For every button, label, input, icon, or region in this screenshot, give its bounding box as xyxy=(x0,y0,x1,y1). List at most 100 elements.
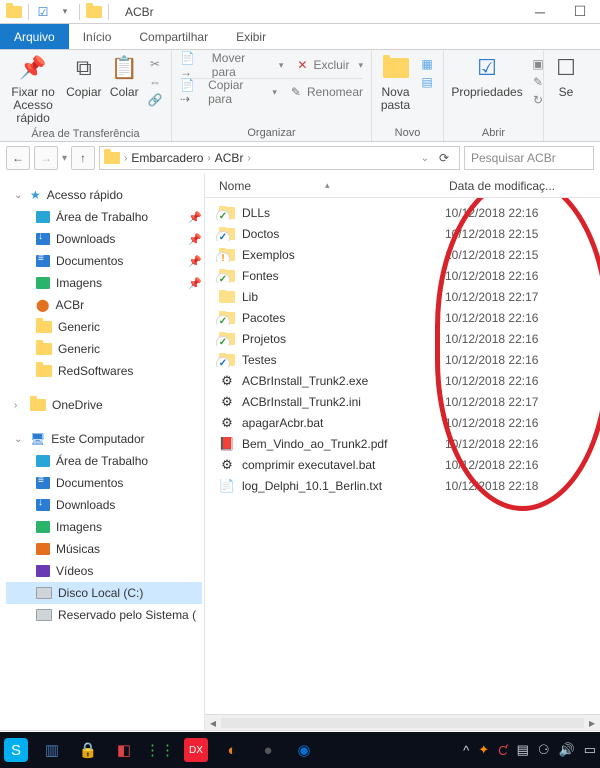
sidebar-item-pc-downloads[interactable]: Downloads xyxy=(6,494,202,516)
sidebar-item-acbr[interactable]: ⬤ACBr xyxy=(6,294,202,316)
taskbar-dark-icon[interactable]: ● xyxy=(256,738,280,762)
tray-ccleaner-icon[interactable]: Ƈ xyxy=(498,743,507,758)
quick-access[interactable]: ⌄★Acesso rápido xyxy=(6,184,202,206)
minimize-button[interactable]: ─ xyxy=(520,4,560,20)
rename-button[interactable]: ✎Renomear xyxy=(291,81,363,103)
table-row[interactable]: ✓Doctos10/12/2018 22:15 xyxy=(205,223,600,244)
sidebar-item-reserved[interactable]: Reservado pelo Sistema ( xyxy=(6,604,202,626)
sidebar-item-pc-desktop[interactable]: Área de Trabalho xyxy=(6,450,202,472)
table-row[interactable]: ⚙ACBrInstall_Trunk2.exe10/12/2018 22:16 xyxy=(205,370,600,391)
file-date: 10/12/2018 22:17 xyxy=(445,290,600,304)
sidebar-item-downloads[interactable]: Downloads📌 xyxy=(6,228,202,250)
history-dropdown-icon[interactable]: ▾ xyxy=(62,153,67,164)
maximize-button[interactable]: ☐ xyxy=(560,3,600,20)
tab-view[interactable]: Exibir xyxy=(222,24,280,49)
chevron-down-icon: ▾ xyxy=(272,87,277,98)
chevron-down-icon: ▾ xyxy=(358,60,363,71)
taskbar-delphi-icon[interactable]: DX xyxy=(184,738,208,762)
sidebar-item-pc-videos[interactable]: Vídeos xyxy=(6,560,202,582)
tray-volume-icon[interactable]: 🔊 xyxy=(559,742,575,758)
tray-up-icon[interactable]: ^ xyxy=(463,743,469,758)
sidebar-item-generic2[interactable]: Generic xyxy=(6,338,202,360)
column-modified[interactable]: Data de modificaç... xyxy=(445,179,600,193)
refresh-icon[interactable]: ⟳ xyxy=(433,151,455,165)
scroll-left-icon[interactable]: ◂ xyxy=(205,716,221,730)
sidebar-item-redsoft[interactable]: RedSoftwares xyxy=(6,360,202,382)
sidebar-item-thispc[interactable]: ⌄🖥Este Computador xyxy=(6,428,202,450)
tab-file[interactable]: Arquivo xyxy=(0,24,69,49)
taskbar-app2-icon[interactable]: ◧ xyxy=(112,738,136,762)
qat-properties-icon[interactable]: ☑ xyxy=(35,4,51,20)
tab-share[interactable]: Compartilhar xyxy=(125,24,222,49)
folder-icon: ✓ xyxy=(219,312,235,324)
search-placeholder: Pesquisar ACBr xyxy=(471,151,556,165)
table-row[interactable]: ⚙comprimir executavel.bat10/12/2018 22:1… xyxy=(205,454,600,475)
sidebar-item-documents[interactable]: Documentos📌 xyxy=(6,250,202,272)
properties-button[interactable]: ☑ Propriedades xyxy=(452,54,522,99)
delete-button[interactable]: ✕Excluir▾ xyxy=(297,54,363,76)
taskbar-skype-icon[interactable]: S xyxy=(4,738,28,762)
sidebar-item-desktop[interactable]: Área de Trabalho📌 xyxy=(6,206,202,228)
taskbar-lock-icon[interactable]: 🔒 xyxy=(76,738,100,762)
up-button[interactable]: ↑ xyxy=(71,146,95,170)
tab-home[interactable]: Início xyxy=(69,24,126,49)
search-input[interactable]: Pesquisar ACBr xyxy=(464,146,594,170)
tray-avast-icon[interactable]: ✦ xyxy=(478,742,489,758)
table-row[interactable]: 📕Bem_Vindo_ao_Trunk2.pdf10/12/2018 22:16 xyxy=(205,433,600,454)
cut-icon[interactable]: ✂ xyxy=(147,56,163,72)
horizontal-scrollbar[interactable]: ◂ ▸ xyxy=(205,714,600,730)
table-row[interactable]: ✓Pacotes10/12/2018 22:16 xyxy=(205,307,600,328)
forward-button[interactable]: → xyxy=(34,146,58,170)
taskbar-teamviewer-icon[interactable]: ◉ xyxy=(292,738,316,762)
table-row[interactable]: ✓Testes10/12/2018 22:16 xyxy=(205,349,600,370)
qat-folder-icon xyxy=(86,4,102,20)
sidebar-item-onedrive[interactable]: ›OneDrive xyxy=(6,394,202,416)
star-icon: ★ xyxy=(30,188,41,202)
sidebar-item-pc-music[interactable]: Músicas xyxy=(6,538,202,560)
pictures-icon xyxy=(36,521,50,533)
table-row[interactable]: Lib10/12/2018 22:17 xyxy=(205,286,600,307)
column-name[interactable]: Nome▴ xyxy=(205,179,445,193)
sidebar-item-pc-documents[interactable]: Documentos xyxy=(6,472,202,494)
sidebar-item-pc-pictures[interactable]: Imagens xyxy=(6,516,202,538)
tray-network-icon[interactable]: ⚆ xyxy=(538,742,550,758)
taskbar-media-icon[interactable]: ◐ xyxy=(220,738,244,762)
easy-access-icon[interactable]: ▤ xyxy=(419,74,435,90)
tray-lang-icon[interactable]: ▤ xyxy=(517,742,529,758)
sidebar-item-pictures[interactable]: Imagens📌 xyxy=(6,272,202,294)
new-folder-button[interactable]: Nova pasta xyxy=(380,54,411,112)
move-to-button[interactable]: 📄→Mover para▾ xyxy=(180,54,283,76)
new-group-label: Novo xyxy=(380,125,435,139)
copy-button[interactable]: ⧉ Copiar xyxy=(66,54,101,99)
folder-icon: ✓ xyxy=(219,207,235,219)
table-row[interactable]: !Exemplos10/12/2018 22:15 xyxy=(205,244,600,265)
back-button[interactable]: ← xyxy=(6,146,30,170)
copy-to-button[interactable]: 📄⇢Copiar para▾ xyxy=(180,81,277,103)
breadcrumb-seg[interactable]: ACBr xyxy=(215,151,244,165)
select-button[interactable]: ☐Se xyxy=(552,54,580,99)
pin-button[interactable]: 📌 Fixar no Acesso rápido xyxy=(8,54,58,126)
sidebar-item-cdrive[interactable]: Disco Local (C:) xyxy=(6,582,202,604)
tray-action-icon[interactable]: ▭ xyxy=(584,742,596,758)
paste-shortcut-icon[interactable]: 🔗 xyxy=(147,92,163,108)
new-item-icon[interactable]: ▦ xyxy=(419,56,435,72)
paste-button[interactable]: 📋 Colar xyxy=(110,54,140,99)
table-row[interactable]: ✓Projetos10/12/2018 22:16 xyxy=(205,328,600,349)
breadcrumb-seg[interactable]: Embarcadero xyxy=(131,151,203,165)
file-name: ACBrInstall_Trunk2.ini xyxy=(242,395,361,409)
sidebar-item-generic[interactable]: Generic xyxy=(6,316,202,338)
table-row[interactable]: ✓Fontes10/12/2018 22:16 xyxy=(205,265,600,286)
taskbar-app3-icon[interactable]: ⋮⋮ xyxy=(148,738,172,762)
taskbar-app-icon[interactable]: ▥ xyxy=(40,738,64,762)
table-row[interactable]: ⚙ACBrInstall_Trunk2.ini10/12/2018 22:17 xyxy=(205,391,600,412)
scroll-right-icon[interactable]: ▸ xyxy=(584,716,600,730)
title-bar: ☑ ▾ ACBr ─ ☐ xyxy=(0,0,600,24)
copy-path-icon[interactable]: ⇔ xyxy=(147,74,163,90)
pin-icon: 📌 xyxy=(19,54,47,82)
table-row[interactable]: 📄log_Delphi_10.1_Berlin.txt10/12/2018 22… xyxy=(205,475,600,496)
qat-dropdown-icon[interactable]: ▾ xyxy=(57,4,73,20)
table-row[interactable]: ✓DLLs10/12/2018 22:16 xyxy=(205,202,600,223)
chevron-down-icon[interactable]: ⌄ xyxy=(421,153,429,164)
table-row[interactable]: ⚙apagarAcbr.bat10/12/2018 22:16 xyxy=(205,412,600,433)
breadcrumb[interactable]: › Embarcadero › ACBr › ⌄ ⟳ xyxy=(99,146,460,170)
